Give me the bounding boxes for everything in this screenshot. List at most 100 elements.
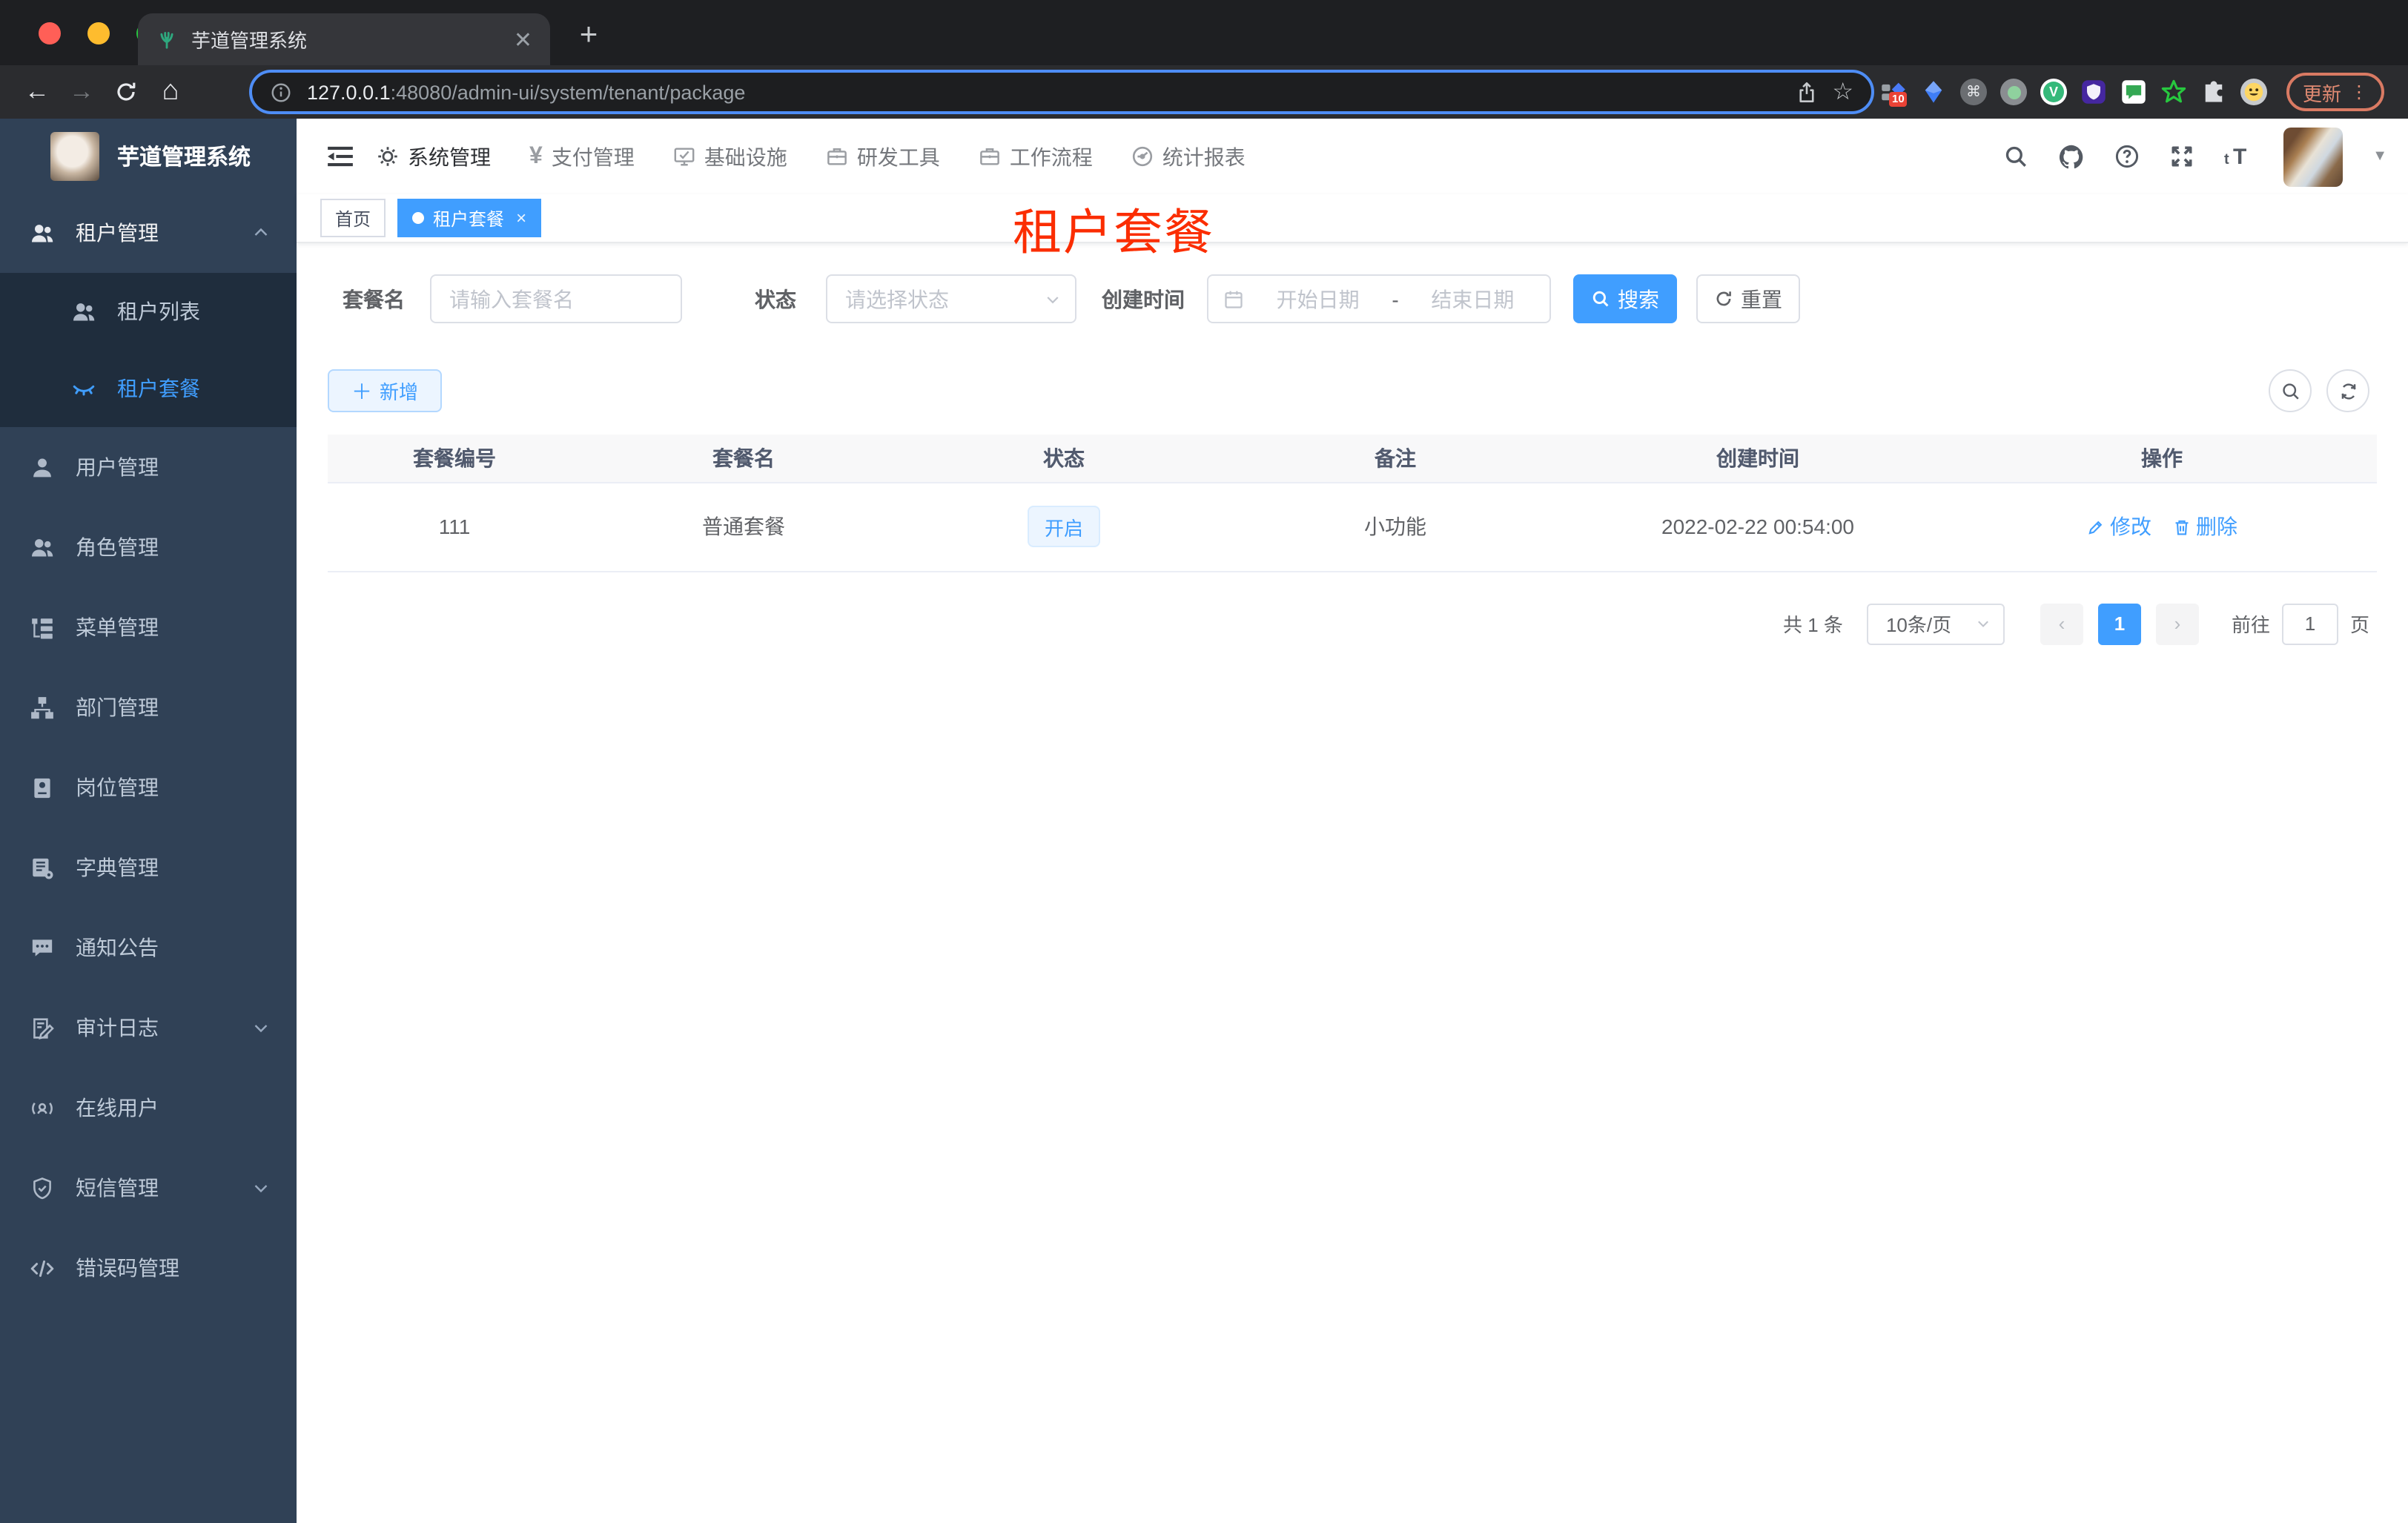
sidebar-item-notice[interactable]: 通知公告: [0, 908, 297, 988]
search-icon: [1591, 289, 1610, 308]
user-avatar[interactable]: [2283, 127, 2344, 186]
status-select[interactable]: 请选择状态: [826, 274, 1076, 323]
fullscreen-icon[interactable]: [2169, 144, 2194, 169]
extension-badge: 10: [1889, 92, 1908, 107]
browser-update-button[interactable]: 更新 ⋮: [2286, 73, 2385, 111]
extension-command-icon[interactable]: ⌘: [1960, 79, 1987, 105]
top-nav-infra[interactable]: 基础设施: [673, 142, 787, 171]
browser-tab[interactable]: 芋道管理系统 ✕: [138, 13, 550, 65]
refresh-table-button[interactable]: [2326, 369, 2369, 412]
sidebar-item-label: 岗位管理: [76, 776, 159, 799]
forward-button[interactable]: →: [59, 77, 104, 107]
tag-tenant-package[interactable]: 租户套餐 ×: [397, 199, 542, 237]
avatar-caret-down-icon[interactable]: ▼: [2372, 148, 2387, 165]
top-nav-devtools[interactable]: 研发工具: [826, 142, 940, 171]
home-button[interactable]: ⌂: [148, 76, 193, 108]
sidebar-fold-icon[interactable]: [328, 145, 353, 168]
share-icon[interactable]: [1795, 81, 1817, 103]
sidebar-item-label: 短信管理: [76, 1176, 159, 1200]
address-bar[interactable]: 127.0.0.1:48080/admin-ui/system/tenant/p…: [249, 70, 1874, 114]
add-button[interactable]: ＋ 新增: [328, 369, 443, 412]
top-nav-reports[interactable]: 统计报表: [1131, 142, 1246, 171]
sidebar-item-roles[interactable]: 角色管理: [0, 507, 297, 587]
github-icon[interactable]: [2058, 143, 2085, 170]
tag-home[interactable]: 首页: [320, 199, 386, 237]
new-tab-button[interactable]: +: [569, 19, 608, 50]
sidebar-logo[interactable]: 芋道管理系统: [0, 119, 297, 193]
show-search-toggle-button[interactable]: [2269, 369, 2312, 412]
sidebar-item-tenant-list[interactable]: 租户列表: [0, 273, 297, 350]
cell-package-id: 111: [328, 482, 581, 572]
chevron-down-icon: [1975, 615, 1991, 632]
extension-vue-devtools-icon[interactable]: V: [2040, 79, 2067, 105]
goto-label: 前往: [2231, 614, 2270, 636]
search-button[interactable]: 搜索: [1573, 274, 1677, 323]
sidebar-item-menus[interactable]: 菜单管理: [0, 587, 297, 667]
bookmark-star-icon[interactable]: ☆: [1832, 77, 1853, 107]
sidebar-item-dict[interactable]: 字典管理: [0, 827, 297, 908]
extension-green-dot-icon[interactable]: [2000, 79, 2027, 105]
top-nav-payment[interactable]: ¥ 支付管理: [529, 142, 635, 171]
sidebar-item-error-codes[interactable]: 错误码管理: [0, 1228, 297, 1308]
edit-link[interactable]: 修改: [2086, 512, 2151, 541]
delete-link[interactable]: 删除: [2172, 512, 2237, 541]
current-page-button[interactable]: 1: [2097, 603, 2141, 644]
briefcase-icon: [826, 145, 848, 168]
cell-remark: 小功能: [1222, 482, 1569, 572]
help-icon[interactable]: [2114, 144, 2140, 169]
app-header: 系统管理 ¥ 支付管理 基础设施 研发工具 工作流程 统计报表 t T ▼: [297, 119, 2408, 194]
top-nav-label: 系统管理: [408, 145, 491, 168]
goto-page-input[interactable]: [2281, 603, 2338, 644]
sidebar-item-users[interactable]: 用户管理: [0, 427, 297, 507]
search-icon[interactable]: [2003, 144, 2028, 169]
table-header-row: 套餐编号 套餐名 状态 备注 创建时间 操作: [328, 435, 2377, 483]
table-toolbar: ＋ 新增: [328, 369, 2377, 412]
eye-closed-icon: [71, 376, 96, 401]
sidebar-item-departments[interactable]: 部门管理: [0, 667, 297, 747]
extension-star-icon[interactable]: [2160, 79, 2187, 105]
sidebar-item-tenant-package[interactable]: 租户套餐: [0, 350, 297, 427]
prev-page-button[interactable]: ‹: [2040, 603, 2083, 644]
site-info-icon[interactable]: [270, 81, 292, 103]
extension-tab-manager-icon[interactable]: 10: [1880, 79, 1908, 107]
browser-menu-icon[interactable]: ⋮: [2350, 82, 2368, 102]
reload-button[interactable]: [104, 80, 148, 104]
date-separator: -: [1392, 287, 1399, 311]
tab-title: 芋道管理系统: [191, 30, 308, 52]
extension-shield-icon[interactable]: [2080, 79, 2107, 105]
update-label: 更新: [2303, 82, 2342, 105]
tag-close-icon[interactable]: ×: [516, 208, 526, 228]
profile-avatar-icon[interactable]: [2240, 79, 2267, 105]
active-dot: [412, 212, 425, 224]
tags-view-bar: 首页 租户套餐 ×: [297, 194, 2408, 243]
sidebar-group-tenant[interactable]: 租户管理: [0, 193, 297, 273]
window-minimize-button[interactable]: [87, 22, 110, 44]
filter-form: 套餐名 状态 请选择状态 创建时间: [328, 274, 2377, 323]
extension-gem-icon[interactable]: [1920, 79, 1947, 105]
extensions-puzzle-icon[interactable]: [2200, 79, 2227, 105]
window-close-button[interactable]: [39, 22, 61, 44]
url-text[interactable]: 127.0.0.1:48080/admin-ui/system/tenant/p…: [307, 81, 1780, 103]
font-size-icon[interactable]: t T: [2224, 144, 2254, 169]
sidebar-item-audit-log[interactable]: 审计日志: [0, 988, 297, 1068]
reset-label: 重置: [1741, 287, 1782, 311]
tab-close-icon[interactable]: ✕: [514, 26, 532, 53]
sidebar-item-sms[interactable]: 短信管理: [0, 1148, 297, 1228]
sidebar-item-online-users[interactable]: 在线用户: [0, 1068, 297, 1148]
top-nav-system[interactable]: 系统管理: [377, 142, 491, 171]
back-button[interactable]: ←: [15, 77, 59, 107]
next-page-button[interactable]: ›: [2155, 603, 2199, 644]
package-name-input[interactable]: [431, 276, 681, 322]
top-nav-workflow[interactable]: 工作流程: [979, 142, 1093, 171]
dictionary-icon: [30, 855, 55, 880]
svg-text:t: t: [2224, 151, 2229, 168]
date-range-picker[interactable]: 开始日期 - 结束日期: [1207, 274, 1551, 323]
extension-chat-icon[interactable]: [2120, 79, 2147, 105]
col-package-id: 套餐编号: [328, 435, 581, 483]
page-size-select[interactable]: 10条/页: [1866, 603, 2005, 644]
page-size-value: 10条/页: [1885, 614, 1952, 636]
sidebar-item-posts[interactable]: 岗位管理: [0, 747, 297, 827]
annotation-title: 租户套餐: [1013, 205, 1214, 260]
delete-label: 删除: [2196, 515, 2237, 538]
reset-button[interactable]: 重置: [1696, 274, 1800, 323]
